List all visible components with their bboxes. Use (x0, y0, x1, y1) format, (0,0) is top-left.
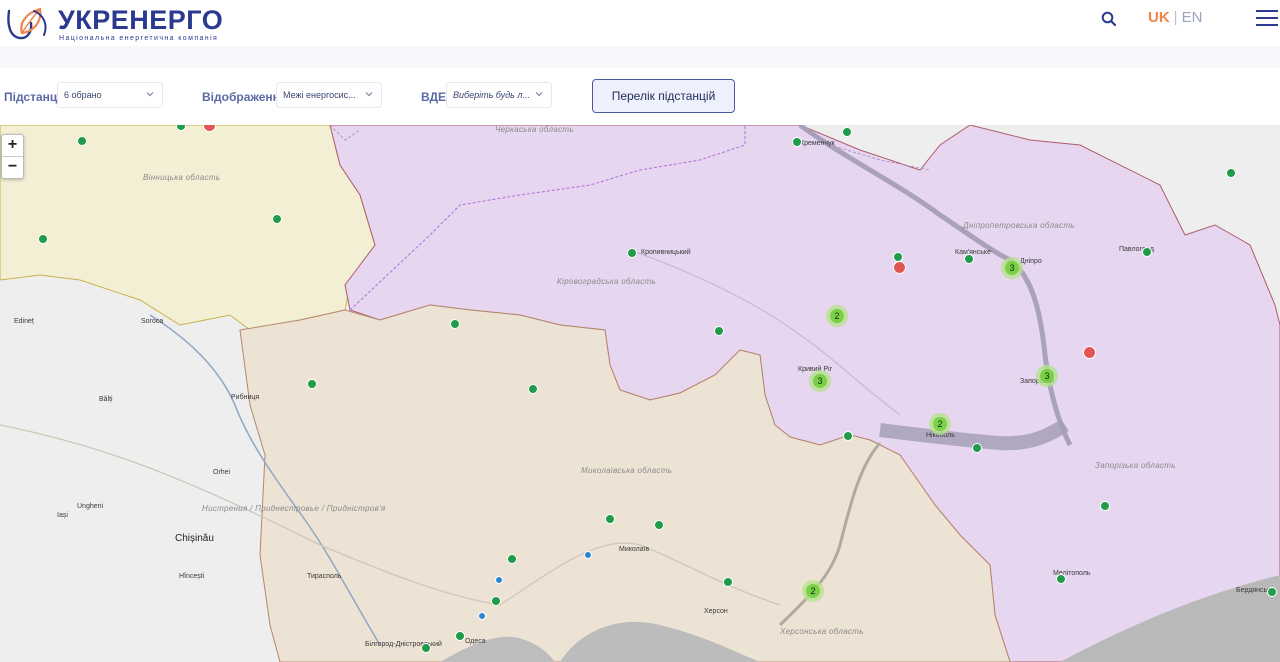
cluster-marker[interactable]: 2 (802, 580, 824, 602)
cluster-count: 2 (830, 309, 844, 323)
city-label-tiraspol: Тирасполь (307, 573, 342, 580)
city-label-iasi: Iași (57, 512, 68, 519)
chevron-down-icon (535, 92, 543, 97)
city-label-odesa: Одеса (465, 638, 486, 645)
city-label-edinet: Edineț (14, 318, 34, 325)
vde-marker[interactable] (478, 612, 486, 620)
substation-marker[interactable] (528, 384, 538, 394)
substation-list-button[interactable]: Перелік підстанцій (592, 79, 735, 113)
substations-select[interactable]: 6 обрано (57, 82, 163, 108)
substation-marker[interactable] (843, 431, 853, 441)
lang-separator: | (1173, 9, 1178, 26)
city-label-soroca: Soroca (141, 318, 164, 325)
cluster-marker[interactable]: 2 (826, 305, 848, 327)
region-label-kherson: Херсонська область (780, 627, 864, 636)
cluster-count: 3 (1005, 261, 1019, 275)
city-label-kremenchuk: Кременчук (800, 140, 835, 147)
substation-marker[interactable] (842, 127, 852, 137)
region-label-kirovohrad: Кіровоградська область (557, 277, 656, 286)
region-label-dnipropetrovsk: Дніпропетровська область (963, 221, 1075, 230)
display-filter-label: Відображення (202, 90, 287, 104)
vde-marker[interactable] (495, 576, 503, 584)
lang-uk-link[interactable]: UK (1148, 9, 1170, 26)
region-label-vinnytsia: Вінницька область (143, 173, 221, 182)
region-label-transnistria: Нистрения / Приднестровье / Придністров'… (202, 504, 386, 513)
header: УКРЕНЕРГО Національна енергетична компан… (0, 0, 1280, 46)
cluster-marker[interactable]: 3 (1036, 365, 1058, 387)
substations-filter-label: Підстанції (4, 90, 64, 104)
alert-marker[interactable] (1083, 346, 1096, 359)
substation-marker[interactable] (1142, 247, 1152, 257)
zoom-control: + − (1, 134, 24, 179)
city-label-balti: Bălți (99, 396, 113, 403)
chevron-down-icon (146, 92, 154, 97)
logo[interactable]: УКРЕНЕРГО Національна енергетична компан… (4, 3, 244, 43)
substation-marker[interactable] (723, 577, 733, 587)
substation-marker[interactable] (455, 631, 465, 641)
city-label-orhei: Orhei (213, 469, 231, 476)
substation-marker[interactable] (421, 643, 431, 653)
alert-marker[interactable] (893, 261, 906, 274)
city-label-berdiansk: Бердянськ (1236, 587, 1271, 594)
substation-marker[interactable] (491, 596, 501, 606)
substation-marker[interactable] (714, 326, 724, 336)
region-label-cherkasy: Черкаська область (495, 125, 574, 134)
display-select-value: Межі енергосис... (283, 90, 356, 100)
chevron-down-icon (365, 92, 373, 97)
substation-marker[interactable] (1226, 168, 1236, 178)
city-label-hincesti: Hîncești (179, 573, 205, 580)
substation-marker[interactable] (1267, 587, 1277, 597)
city-label-chisinau: Chișinău (175, 533, 214, 544)
map-tiles[interactable] (0, 125, 1280, 662)
substation-marker[interactable] (307, 379, 317, 389)
vde-filter-label: ВДЕ (421, 90, 447, 104)
cluster-count: 3 (1040, 369, 1054, 383)
language-switcher: UK | EN (1148, 9, 1202, 27)
substation-marker[interactable] (1100, 501, 1110, 511)
substation-marker[interactable] (507, 554, 517, 564)
ukrenergo-logo-icon (7, 7, 47, 40)
city-label-dnipro: Дніпро (1020, 258, 1042, 265)
substation-marker[interactable] (972, 443, 982, 453)
vde-marker[interactable] (584, 551, 592, 559)
header-divider-band (0, 46, 1280, 68)
city-label-kherson: Херсон (704, 608, 728, 615)
cluster-marker[interactable]: 2 (929, 413, 951, 435)
cluster-count: 3 (813, 374, 827, 388)
city-label-kropyvnytskyi: Кропивницький (641, 249, 691, 256)
cluster-marker[interactable]: 3 (809, 370, 831, 392)
substations-map[interactable]: + − Черкаська область Вінницька область … (0, 125, 1280, 662)
cluster-count: 2 (806, 584, 820, 598)
substations-select-value: 6 обрано (64, 90, 102, 100)
filter-bar: Підстанції 6 обрано Відображення Межі ен… (0, 68, 1280, 125)
region-label-mykolaiv: Миколаївська область (581, 466, 673, 475)
brand-name: УКРЕНЕРГО (58, 5, 224, 35)
lang-en-link[interactable]: EN (1182, 9, 1203, 26)
substation-marker[interactable] (654, 520, 664, 530)
substation-marker[interactable] (1056, 574, 1066, 584)
zoom-out-button[interactable]: − (2, 157, 23, 178)
brand-tagline: Національна енергетична компанія (59, 35, 219, 42)
vde-select[interactable]: Виберіть будь л... (446, 82, 552, 108)
city-label-rybnytsia: Рибниця (231, 394, 260, 401)
display-select[interactable]: Межі енергосис... (276, 82, 382, 108)
substation-marker[interactable] (605, 514, 615, 524)
substation-marker[interactable] (792, 137, 802, 147)
substation-marker[interactable] (964, 254, 974, 264)
substation-marker[interactable] (272, 214, 282, 224)
city-label-mykolaiv: Миколаїв (619, 546, 650, 553)
cluster-count: 2 (933, 417, 947, 431)
substation-marker[interactable] (627, 248, 637, 258)
cluster-marker[interactable]: 3 (1001, 257, 1023, 279)
region-label-zaporizhzhia: Запорізька область (1095, 461, 1176, 470)
zoom-in-button[interactable]: + (2, 135, 23, 157)
search-icon[interactable] (1100, 10, 1118, 28)
hamburger-menu-icon[interactable] (1256, 9, 1278, 27)
city-label-ungheni: Ungheni (77, 503, 104, 510)
vde-select-value: Виберіть будь л... (453, 90, 530, 100)
substation-marker[interactable] (450, 319, 460, 329)
substation-marker[interactable] (38, 234, 48, 244)
substation-marker[interactable] (77, 136, 87, 146)
